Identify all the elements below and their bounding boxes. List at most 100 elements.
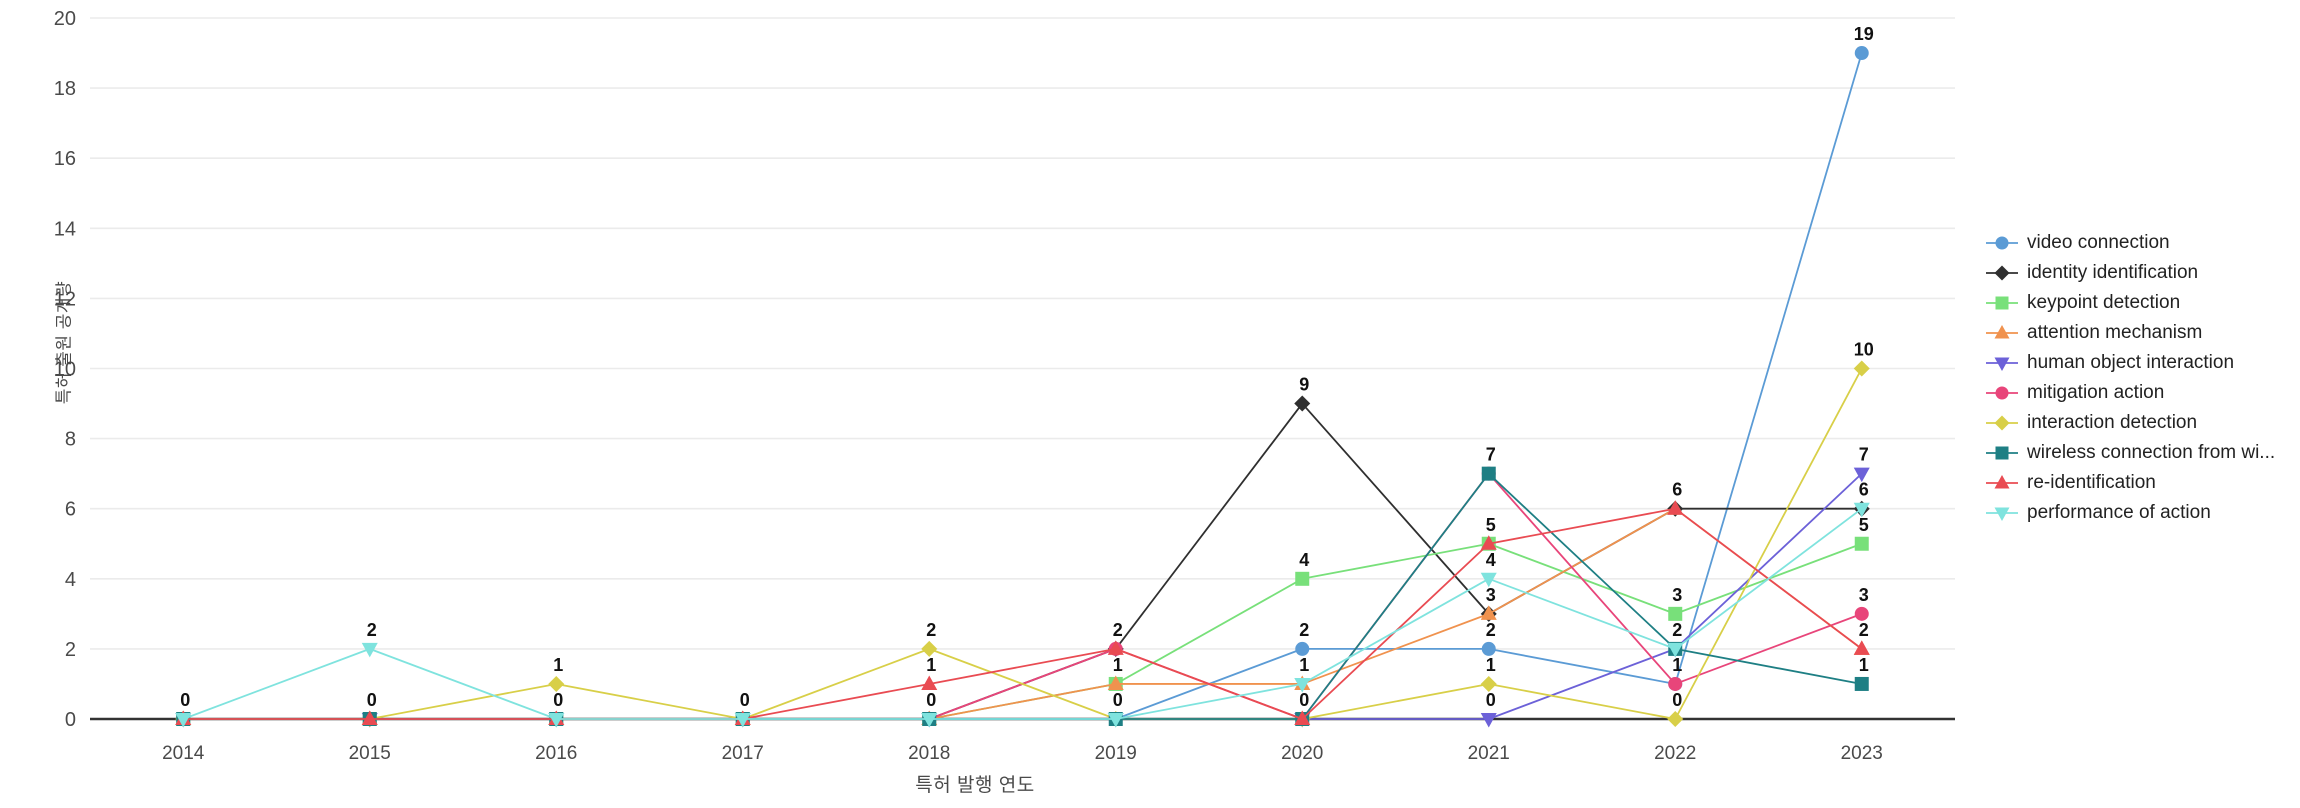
point-value-label: 1 xyxy=(553,655,563,675)
x-tick-label: 2020 xyxy=(1281,743,1323,764)
series-attention-mechanism xyxy=(175,500,1870,725)
circle-icon xyxy=(1985,382,2019,404)
point-value-label: 0 xyxy=(553,690,563,710)
point-value-label: 2 xyxy=(1672,620,1682,640)
x-tick-label: 2022 xyxy=(1654,743,1696,764)
square-icon xyxy=(1985,292,2019,314)
point-value-label: 2 xyxy=(926,620,936,640)
point-value-label: 2 xyxy=(1486,620,1496,640)
series-identity-identification xyxy=(175,395,1870,727)
circle-marker xyxy=(1481,641,1496,656)
point-value-label: 10 xyxy=(1854,340,1874,360)
point-value-label: 2 xyxy=(1299,620,1309,640)
series-performance-of-action xyxy=(175,502,1870,728)
y-axis-title: 특허 출원 공개량 xyxy=(54,280,74,405)
square-icon xyxy=(1985,442,2019,464)
x-tick-label: 2018 xyxy=(908,743,950,764)
point-value-label: 0 xyxy=(180,690,190,710)
square-marker xyxy=(1668,606,1683,621)
legend-item[interactable]: re-identification xyxy=(1985,468,2275,498)
legend-item[interactable]: interaction detection xyxy=(1985,408,2275,438)
diamond-marker xyxy=(1853,360,1870,377)
series-line xyxy=(183,472,1862,720)
point-value-label: 7 xyxy=(1486,445,1496,465)
point-value-label: 3 xyxy=(1672,585,1682,605)
legend-item[interactable]: human object interaction xyxy=(1985,348,2275,378)
legend-item-label: wireless connection from wi... xyxy=(2027,442,2276,463)
y-tick-label: 20 xyxy=(54,8,76,30)
circle-marker xyxy=(1295,641,1310,656)
x-tick-label: 2017 xyxy=(722,743,764,764)
legend-item-label: interaction detection xyxy=(2027,412,2198,433)
point-value-label: 1 xyxy=(926,655,936,675)
series-keypoint-detection xyxy=(176,536,1869,726)
triangle-up-marker xyxy=(1853,640,1870,655)
point-value-label: 4 xyxy=(1486,550,1496,570)
legend-item-label: video connection xyxy=(2027,232,2170,253)
series-line xyxy=(183,507,1863,720)
series-mitigation-action xyxy=(176,466,1869,726)
square-marker xyxy=(1854,536,1869,551)
x-tick-label: 2019 xyxy=(1095,743,1137,764)
point-value-label: 7 xyxy=(1859,445,1869,465)
series-line xyxy=(183,507,1863,720)
triangle-down-icon xyxy=(1985,502,2019,524)
legend-item-label: re-identification xyxy=(2027,472,2156,493)
point-value-label: 9 xyxy=(1299,375,1309,395)
x-tick-label: 2015 xyxy=(349,743,391,764)
point-value-label: 0 xyxy=(1299,690,1309,710)
series-line xyxy=(183,52,1863,720)
point-value-label: 6 xyxy=(1672,480,1682,500)
point-value-label: 2 xyxy=(1859,620,1869,640)
series-line xyxy=(183,472,1863,720)
point-value-label: 1 xyxy=(1486,655,1496,675)
legend-item-label: mitigation action xyxy=(2027,382,2165,403)
triangle-up-icon xyxy=(1985,472,2019,494)
diamond-icon xyxy=(1985,262,2019,284)
series-line xyxy=(183,542,1863,720)
legend-item[interactable]: wireless connection from wi... xyxy=(1985,438,2275,468)
point-value-label: 5 xyxy=(1486,515,1496,535)
series-line xyxy=(183,472,1863,720)
legend-item-label: human object interaction xyxy=(2027,352,2235,373)
chart-page: 0 2 4 6 8 10 12 14 16 18 20 2014 2015 2016 2017 2018 201… xyxy=(0,0,2300,808)
series-human-object-interaction xyxy=(175,467,1870,728)
point-value-label: 1 xyxy=(1672,655,1682,675)
diamond-marker xyxy=(1667,711,1684,727)
circle-marker xyxy=(1854,606,1869,621)
legend-item[interactable]: video connection xyxy=(1985,228,2275,258)
value-label-layer: 0 02010 021021294102350714163201965273101 xyxy=(180,24,1874,710)
line-chart-plot: 024681012141618202014 2015 2016 2017 2018 201… xyxy=(54,8,1955,764)
series-wireless-connection-from-wi- xyxy=(176,466,1869,726)
x-axis-title: 특허 발행 연도 xyxy=(915,775,1035,796)
point-value-label: 0 xyxy=(740,690,750,710)
legend-item[interactable]: mitigation action xyxy=(1985,378,2275,408)
legend-item[interactable]: keypoint detection xyxy=(1985,288,2275,318)
legend-item-label: attention mechanism xyxy=(2027,322,2203,343)
point-value-label: 2 xyxy=(367,620,377,640)
square-marker xyxy=(1481,466,1496,481)
y-tick-label: 18 xyxy=(54,78,76,100)
point-value-label: 0 xyxy=(1113,690,1123,710)
point-value-label: 4 xyxy=(1299,550,1309,570)
point-value-label: 6 xyxy=(1859,480,1869,500)
series-line xyxy=(182,507,1863,720)
legend-item[interactable]: attention mechanism xyxy=(1985,318,2275,348)
circle-marker xyxy=(1668,676,1683,691)
point-value-label: 0 xyxy=(1486,690,1496,710)
square-marker xyxy=(1295,571,1310,586)
point-value-label: 1 xyxy=(1299,655,1309,675)
point-value-label: 1 xyxy=(1113,655,1123,675)
point-value-label: 0 xyxy=(926,690,936,710)
y-tick-label: 16 xyxy=(54,148,76,170)
triangle-down-marker xyxy=(1480,713,1497,728)
legend-item[interactable]: performance of action xyxy=(1985,498,2275,528)
series-video-connection xyxy=(176,46,1869,726)
point-value-label: 0 xyxy=(367,690,377,710)
y-tick-label: 4 xyxy=(65,569,76,591)
legend-item[interactable]: identity identification xyxy=(1985,258,2275,288)
point-value-label: 2 xyxy=(1113,620,1123,640)
point-value-label: 1 xyxy=(1859,655,1869,675)
square-marker xyxy=(1854,676,1869,691)
y-tick-label: 14 xyxy=(54,218,76,240)
